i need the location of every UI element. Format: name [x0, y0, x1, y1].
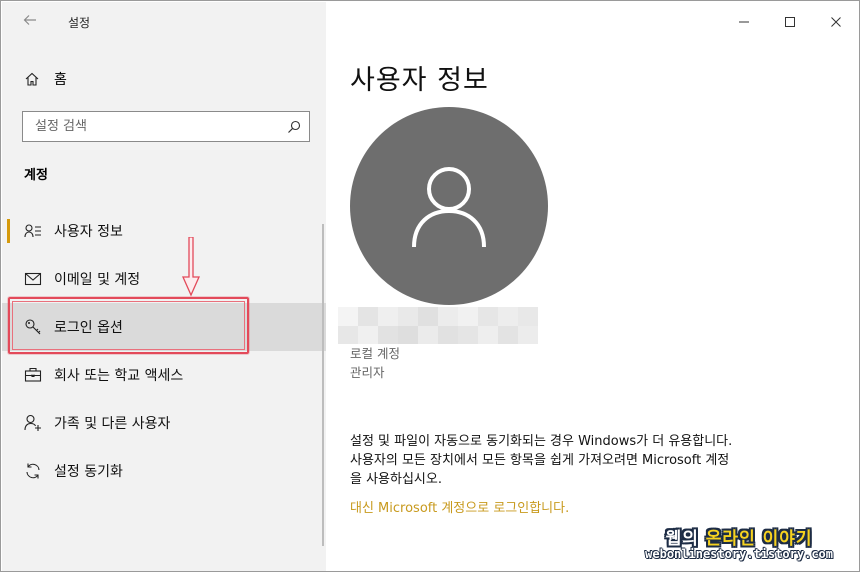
maximize-button[interactable] — [767, 2, 813, 42]
sidebar-item-label: 이메일 및 계정 — [54, 272, 141, 288]
watermark: 웹의 온라인 이야기 webonlinestory.tistory.com — [645, 524, 833, 561]
account-role: 관리자 — [350, 365, 385, 380]
settings-window: 설정 홈 계정 — [0, 0, 860, 572]
arrow-left-icon — [23, 15, 36, 25]
sidebar-item-family[interactable]: 가족 및 다른 사용자 — [2, 399, 326, 447]
sidebar-item-label: 회사 또는 학교 액세스 — [54, 368, 184, 384]
search-input[interactable] — [23, 112, 263, 141]
home-icon — [22, 69, 42, 89]
home-label: 홈 — [54, 72, 67, 88]
window-controls — [721, 2, 859, 42]
mail-icon — [24, 270, 42, 288]
app-title: 설정 — [68, 16, 91, 30]
back-button[interactable] — [18, 12, 42, 32]
search-icon[interactable] — [286, 119, 302, 135]
user-silhouette-icon — [412, 167, 486, 248]
sidebar-item-sync[interactable]: 설정 동기화 — [2, 447, 326, 495]
watermark-url: webonlinestory.tistory.com — [645, 547, 833, 561]
maximize-icon — [785, 17, 795, 27]
ms-signin-link[interactable]: 대신 Microsoft 계정으로 로그인합니다. — [350, 497, 569, 516]
user-info-icon — [24, 222, 42, 240]
watermark-title: 웹의 온라인 이야기 — [645, 524, 833, 549]
search-box[interactable] — [22, 111, 310, 142]
ms-account-info: 설정 및 파일이 자동으로 동기화되는 경우 Windows가 더 유용합니다.… — [350, 432, 810, 489]
sidebar-item-email-accounts[interactable]: 이메일 및 계정 — [2, 255, 326, 303]
sidebar: 설정 홈 계정 — [2, 2, 326, 571]
sidebar-item-label: 로그인 옵션 — [54, 320, 123, 336]
close-icon — [831, 17, 841, 27]
close-button[interactable] — [813, 2, 859, 42]
sync-icon — [24, 462, 42, 480]
account-type: 로컬 계정 — [350, 346, 400, 361]
user-name-blurred — [338, 307, 538, 344]
sidebar-item-label: 사용자 정보 — [54, 224, 123, 240]
avatar — [350, 107, 548, 305]
key-icon — [24, 318, 42, 336]
section-title-accounts: 계정 — [24, 168, 48, 183]
sidebar-scrollbar[interactable] — [322, 224, 324, 546]
sidebar-item-label: 가족 및 다른 사용자 — [54, 416, 171, 432]
sidebar-item-work-school[interactable]: 회사 또는 학교 액세스 — [2, 351, 326, 399]
sidebar-item-signin-options[interactable]: 로그인 옵션 — [2, 303, 326, 351]
info-line: 설정 및 파일이 자동으로 동기화되는 경우 Windows가 더 유용합니다. — [350, 434, 733, 449]
sidebar-item-user-info[interactable]: 사용자 정보 — [2, 207, 326, 255]
page-title: 사용자 정보 — [350, 65, 489, 96]
watermark-word: 이야기 — [762, 529, 813, 549]
watermark-word: 온라인 — [705, 529, 756, 549]
minimize-icon — [739, 21, 749, 23]
sidebar-nav: 사용자 정보 이메일 및 계정 로그인 옵션 회사 또는 학교 액세스 가족 및… — [2, 207, 326, 495]
sidebar-item-label: 설정 동기화 — [54, 464, 123, 480]
sidebar-item-home[interactable]: 홈 — [14, 62, 314, 96]
arrow-down-icon — [181, 237, 201, 297]
add-person-icon — [24, 414, 42, 432]
watermark-word: 웹의 — [665, 529, 699, 549]
title-bar: 설정 — [2, 2, 326, 42]
info-line: 을 사용하십시오. — [350, 472, 442, 487]
info-line: 사용자의 모든 장치에서 모든 항목을 쉽게 가져오려면 Microsoft 계… — [350, 453, 730, 468]
briefcase-icon — [24, 366, 42, 384]
minimize-button[interactable] — [721, 2, 767, 42]
